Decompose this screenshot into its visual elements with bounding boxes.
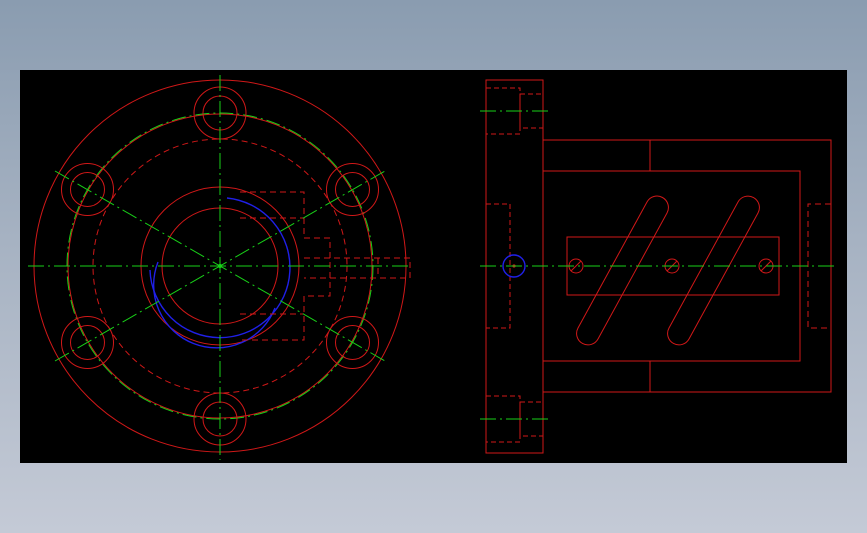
side-view [480, 79, 838, 454]
cad-drawing [28, 75, 838, 460]
front-view [28, 75, 412, 460]
side-centerlines [480, 110, 838, 420]
front-center-point [218, 264, 222, 268]
cad-viewport[interactable] [20, 70, 847, 463]
slot-2 [667, 195, 760, 346]
selected-arc-segment[interactable] [153, 261, 276, 349]
slot-1 [576, 195, 669, 346]
